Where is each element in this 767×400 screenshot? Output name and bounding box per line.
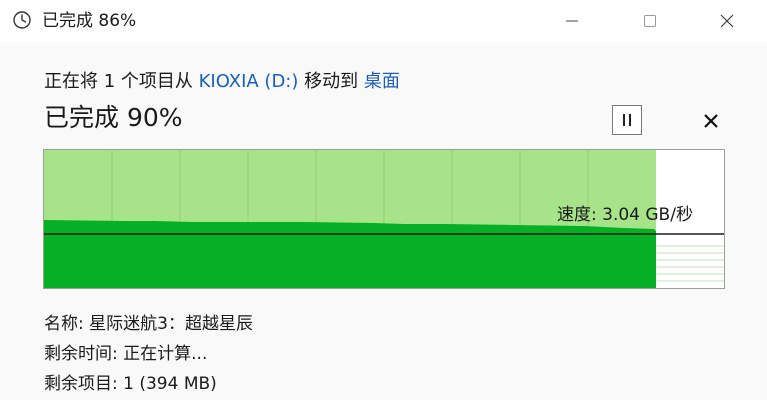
detail-items-value: 1 (394 MB) <box>123 374 217 394</box>
dialog-body: 正在将 1 个项目从 KIOXIA (D:) 移动到 桌面 已完成 90% 速度… <box>0 42 767 400</box>
title-bar[interactable]: 已完成 86% <box>0 0 767 42</box>
file-operation-dialog: 已完成 86% 正在将 1 个项目从 KIOXIA (D:) 移动到 桌面 已完… <box>0 0 767 400</box>
operation-prefix: 正在将 1 个项目从 <box>44 71 199 92</box>
detail-items-row: 剩余项目: 1 (394 MB) <box>44 373 217 395</box>
graph-remaining-gridlines <box>656 245 724 282</box>
window-close-button[interactable] <box>704 0 750 42</box>
detail-time-row: 剩余时间: 正在计算... <box>44 343 207 365</box>
progress-percent: 已完成 90% <box>44 103 183 132</box>
operation-description: 正在将 1 个项目从 KIOXIA (D:) 移动到 桌面 <box>44 70 400 94</box>
cancel-icon <box>704 114 718 128</box>
speed-label: 速度: 3.04 GB/秒 <box>557 205 693 225</box>
destination-link[interactable]: 桌面 <box>364 71 400 92</box>
speed-history-fill <box>44 220 656 288</box>
source-link[interactable]: KIOXIA (D:) <box>199 71 299 92</box>
detail-name-label: 名称: <box>44 314 84 334</box>
operation-middle: 移动到 <box>298 71 364 92</box>
maximize-button[interactable] <box>627 0 673 42</box>
detail-time-value: 正在计算... <box>123 344 208 364</box>
clock-icon <box>12 10 32 30</box>
pause-icon <box>623 114 631 126</box>
minimize-icon <box>566 20 578 22</box>
detail-name-row: 名称: 星际迷航3：超越星辰 <box>44 313 253 335</box>
cancel-button[interactable] <box>696 106 726 136</box>
window-title: 已完成 86% <box>42 11 137 31</box>
pause-button[interactable] <box>612 105 642 135</box>
minimize-button[interactable] <box>549 0 595 42</box>
detail-time-label: 剩余时间: <box>44 344 118 364</box>
close-icon <box>720 14 734 28</box>
detail-name-value: 星际迷航3：超越星辰 <box>89 314 253 334</box>
detail-items-label: 剩余项目: <box>44 374 118 394</box>
maximize-icon <box>644 15 656 27</box>
